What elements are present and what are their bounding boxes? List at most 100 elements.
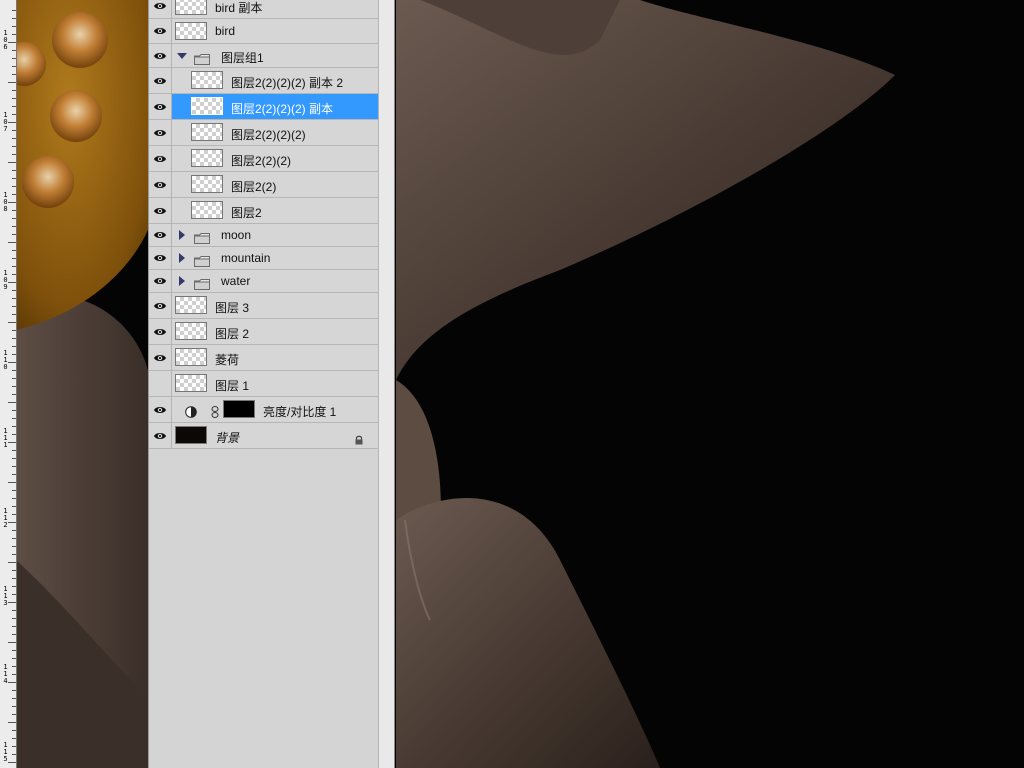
layer-row[interactable]: moon bbox=[149, 224, 379, 247]
eye-icon[interactable] bbox=[149, 247, 172, 269]
eye-icon[interactable] bbox=[149, 172, 172, 197]
layer-row[interactable]: 图层2(2)(2)(2) 副本 bbox=[149, 94, 379, 120]
layer-name: 图层2(2) bbox=[231, 180, 277, 194]
ruler-tick bbox=[8, 122, 16, 123]
layer-thumbnail[interactable] bbox=[191, 149, 223, 167]
layer-name: water bbox=[221, 274, 251, 288]
ruler-tick bbox=[12, 306, 16, 307]
eye-icon[interactable] bbox=[149, 44, 172, 67]
ruler-tick bbox=[12, 338, 16, 339]
ruler-tick bbox=[12, 554, 16, 555]
eye-icon[interactable] bbox=[149, 293, 172, 318]
eye-icon[interactable] bbox=[149, 0, 172, 18]
layer-name: 图层2(2)(2)(2) bbox=[231, 128, 306, 142]
layers-scrollbar[interactable] bbox=[378, 0, 395, 768]
eye-icon[interactable] bbox=[149, 68, 172, 93]
layer-thumbnail[interactable] bbox=[191, 201, 223, 219]
layer-thumbnail[interactable] bbox=[175, 322, 207, 340]
eye-icon[interactable] bbox=[149, 345, 172, 370]
ruler-tick bbox=[12, 458, 16, 459]
ruler-tick bbox=[12, 418, 16, 419]
layers-panel: bird 副本 bird 图层组1 图层2(2)(2)(2) 副本 2 图层2(2)(2… bbox=[148, 0, 379, 768]
ruler-tick bbox=[12, 706, 16, 707]
layer-row[interactable]: 亮度/对比度 1 bbox=[149, 397, 379, 423]
ruler-tick bbox=[8, 562, 16, 563]
layer-row[interactable]: 图层2(2) bbox=[149, 172, 379, 198]
ruler-tick bbox=[12, 314, 16, 315]
ruler-tick bbox=[12, 186, 16, 187]
ruler-tick bbox=[12, 546, 16, 547]
ruler-tick bbox=[12, 66, 16, 67]
layer-thumbnail[interactable] bbox=[175, 0, 207, 15]
ruler-tick bbox=[12, 450, 16, 451]
eye-icon[interactable] bbox=[149, 224, 172, 246]
ruler-tick bbox=[12, 258, 16, 259]
ruler-tick bbox=[12, 170, 16, 171]
ruler-tick bbox=[12, 490, 16, 491]
layer-thumbnail[interactable] bbox=[175, 374, 207, 392]
ruler-tick bbox=[12, 178, 16, 179]
ruler-tick bbox=[12, 570, 16, 571]
layer-name: bird 副本 bbox=[215, 1, 263, 15]
layer-mask-thumbnail[interactable] bbox=[223, 400, 255, 418]
ruler-tick bbox=[8, 322, 16, 323]
ruler-label: 1 1 3 bbox=[3, 585, 8, 607]
ruler-tick bbox=[12, 746, 16, 747]
ruler-tick bbox=[12, 594, 16, 595]
link-icon[interactable] bbox=[211, 403, 219, 418]
layer-thumbnail[interactable] bbox=[191, 71, 223, 89]
layer-row[interactable]: bird 副本 bbox=[149, 0, 379, 19]
ruler-tick bbox=[12, 34, 16, 35]
eye-icon[interactable] bbox=[149, 94, 172, 119]
ruler-label: 1 1 5 bbox=[3, 741, 8, 763]
layer-thumbnail[interactable] bbox=[175, 348, 207, 366]
layer-row[interactable]: 菱荷 bbox=[149, 345, 379, 371]
ruler-tick bbox=[8, 202, 16, 203]
layer-row[interactable]: 图层2(2)(2) bbox=[149, 146, 379, 172]
layer-thumbnail[interactable] bbox=[175, 426, 207, 444]
ruler-tick bbox=[12, 138, 16, 139]
layer-row[interactable]: 图层 1 bbox=[149, 371, 379, 397]
layer-thumbnail[interactable] bbox=[175, 22, 207, 40]
layer-row[interactable]: water bbox=[149, 270, 379, 293]
layer-row[interactable]: 图层2(2)(2)(2) 副本 2 bbox=[149, 68, 379, 94]
layer-row[interactable]: mountain bbox=[149, 247, 379, 270]
ruler-tick bbox=[12, 394, 16, 395]
ruler-tick bbox=[8, 42, 16, 43]
layer-thumbnail[interactable] bbox=[175, 296, 207, 314]
layer-row[interactable]: 图层2 bbox=[149, 198, 379, 224]
eye-icon[interactable] bbox=[149, 198, 172, 223]
layer-thumbnail[interactable] bbox=[191, 97, 223, 115]
layer-row[interactable]: 图层组1 bbox=[149, 44, 379, 68]
layer-row[interactable]: 背景 bbox=[149, 423, 379, 449]
triangle-right-icon[interactable] bbox=[179, 253, 185, 263]
layer-row[interactable]: bird bbox=[149, 19, 379, 44]
ruler-label: 1 0 9 bbox=[3, 269, 8, 291]
ruler-tick bbox=[12, 210, 16, 211]
layer-row[interactable]: 图层 2 bbox=[149, 319, 379, 345]
visibility-toggle-empty[interactable] bbox=[149, 371, 172, 396]
triangle-right-icon[interactable] bbox=[179, 230, 185, 240]
layer-thumbnail[interactable] bbox=[191, 123, 223, 141]
ruler-tick bbox=[8, 642, 16, 643]
eye-icon[interactable] bbox=[149, 319, 172, 344]
layer-row[interactable]: 图层2(2)(2)(2) bbox=[149, 120, 379, 146]
eye-icon[interactable] bbox=[149, 19, 172, 43]
ruler-tick bbox=[8, 722, 16, 723]
ruler-tick bbox=[12, 714, 16, 715]
eye-icon[interactable] bbox=[149, 397, 172, 422]
layer-row[interactable]: 图层 3 bbox=[149, 293, 379, 319]
eye-icon[interactable] bbox=[149, 146, 172, 171]
layer-thumbnail[interactable] bbox=[191, 175, 223, 193]
ruler-tick bbox=[12, 378, 16, 379]
triangle-right-icon[interactable] bbox=[179, 276, 185, 286]
eye-icon[interactable] bbox=[149, 270, 172, 292]
adjustment-icon bbox=[185, 403, 197, 418]
ruler-tick bbox=[12, 578, 16, 579]
triangle-down-icon[interactable] bbox=[177, 52, 187, 59]
eye-icon[interactable] bbox=[149, 120, 172, 145]
eye-icon[interactable] bbox=[149, 423, 172, 448]
ruler-tick bbox=[8, 402, 16, 403]
ruler-tick bbox=[12, 650, 16, 651]
ruler-tick bbox=[12, 10, 16, 11]
